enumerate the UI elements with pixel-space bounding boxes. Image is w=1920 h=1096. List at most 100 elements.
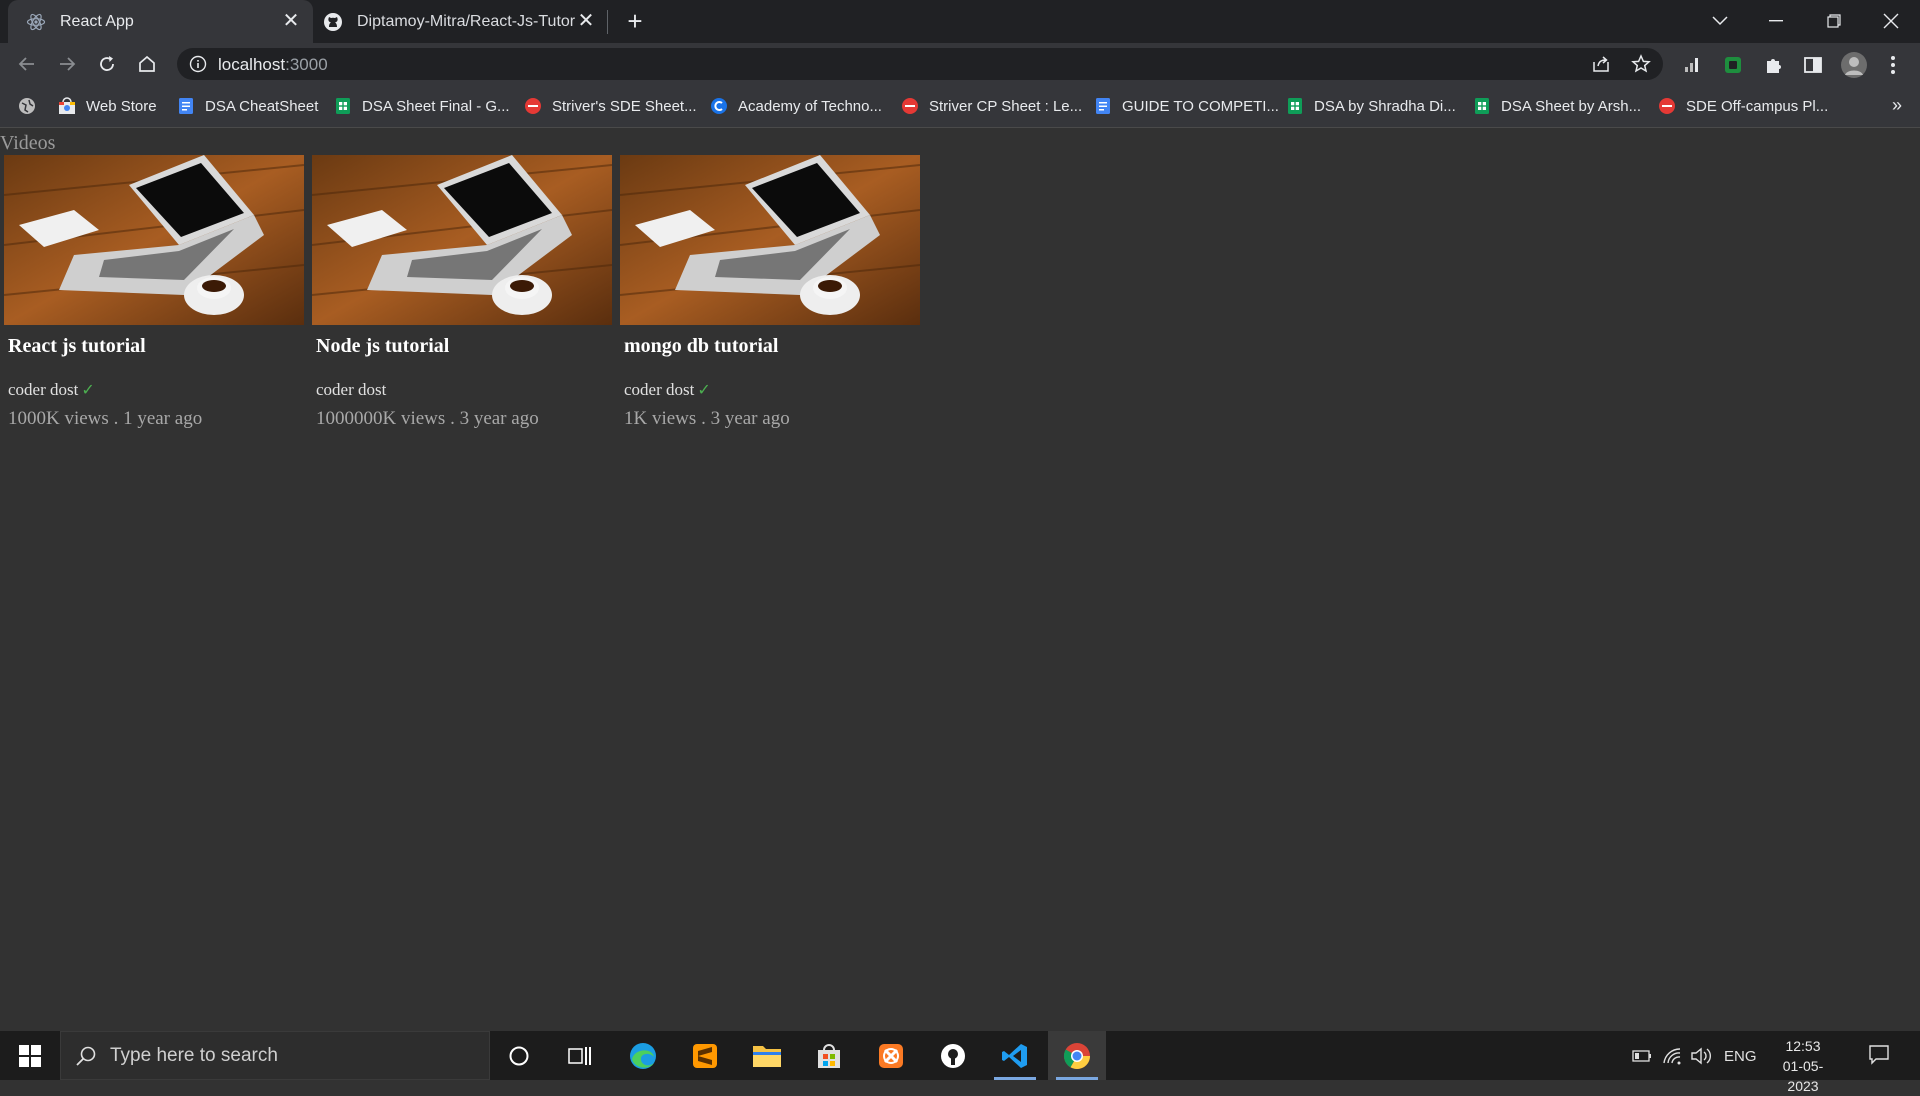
bookmark-star-icon[interactable] <box>1631 54 1651 74</box>
view-count: 1K views <box>624 408 697 429</box>
bookmark-academy-of-techno[interactable]: Academy of Techno... <box>710 95 882 117</box>
windows-start-icon[interactable] <box>0 1031 60 1080</box>
tab-github[interactable]: Diptamoy-Mitra/React-Js-Tutorial ✕ <box>313 0 608 43</box>
bookmarks-bar: Web Store DSA CheatSheet DSA Sheet Final… <box>0 85 1920 128</box>
bookmark-strivers-sde-sheet[interactable]: Striver's SDE Sheet... <box>524 95 697 117</box>
tab-search-chevron-icon[interactable] <box>1700 6 1740 36</box>
battery-icon[interactable] <box>1632 1046 1652 1066</box>
meta-separator: . <box>445 408 460 429</box>
taskbar-search-box[interactable]: Type here to search <box>60 1031 490 1080</box>
tuf-icon <box>901 97 919 115</box>
edge-browser-icon[interactable] <box>614 1031 672 1080</box>
video-thumbnail[interactable] <box>620 155 920 325</box>
video-meta: 1K views . 3 year ago <box>624 408 920 430</box>
forward-arrow-icon[interactable] <box>53 50 81 78</box>
xampp-icon[interactable] <box>862 1031 920 1080</box>
address-bar[interactable]: localhost:3000 <box>177 48 1663 80</box>
channel-name-row[interactable]: coder dost ✓ <box>8 380 304 400</box>
page-content: Videos React js tutorial coder dost ✓ 10… <box>0 128 1920 1031</box>
video-meta: 1000000K views . 3 year ago <box>316 408 612 430</box>
meta-separator: . <box>108 408 124 429</box>
notifications-icon[interactable] <box>1868 1044 1890 1065</box>
github-icon <box>323 12 343 32</box>
profile-avatar[interactable] <box>1840 51 1868 79</box>
channel-name-row[interactable]: coder dost ✓ <box>624 380 920 400</box>
close-tab-icon[interactable]: ✕ <box>281 11 301 31</box>
site-info-icon[interactable] <box>188 54 208 74</box>
video-title[interactable]: React js tutorial <box>8 335 304 358</box>
video-card[interactable]: React js tutorial coder dost ✓ 1000K vie… <box>4 155 304 430</box>
sheets-icon <box>334 97 352 115</box>
channel-name-row[interactable]: coder dost <box>316 380 612 400</box>
task-view-icon[interactable] <box>551 1031 609 1080</box>
language-indicator[interactable]: ENG <box>1724 1046 1757 1066</box>
bookmark-guide-to-competi[interactable]: GUIDE TO COMPETI... <box>1094 95 1279 117</box>
webstore-icon <box>58 97 76 115</box>
minimize-icon[interactable] <box>1756 6 1796 36</box>
vscode-icon[interactable] <box>986 1031 1044 1080</box>
share-icon[interactable] <box>1591 54 1611 74</box>
tab-react-app[interactable]: React App ✕ <box>8 0 313 43</box>
wifi-icon[interactable] <box>1662 1046 1682 1066</box>
volume-icon[interactable] <box>1690 1046 1712 1066</box>
video-card[interactable]: Node js tutorial coder dost 1000000K vie… <box>312 155 612 430</box>
channel-name: coder dost <box>624 380 695 399</box>
meta-separator: . <box>696 408 711 429</box>
apps-globe-icon[interactable] <box>18 95 36 117</box>
github-desktop-icon[interactable] <box>924 1031 982 1080</box>
tab-title: Diptamoy-Mitra/React-Js-Tutorial <box>357 12 575 30</box>
sheets-icon <box>1286 97 1304 115</box>
extension-green-icon[interactable] <box>1722 54 1744 76</box>
video-thumbnail[interactable] <box>4 155 304 325</box>
bookmark-dsa-cheatsheet[interactable]: DSA CheatSheet <box>177 95 318 117</box>
verified-check-icon: ✓ <box>697 382 711 399</box>
reload-icon[interactable] <box>93 50 121 78</box>
video-thumbnail[interactable] <box>312 155 612 325</box>
home-icon[interactable] <box>133 50 161 78</box>
upload-time: 1 year ago <box>123 408 203 429</box>
url-text[interactable]: localhost:3000 <box>218 55 328 75</box>
channel-name: coder dost <box>316 380 387 399</box>
bookmark-striver-cp-sheet[interactable]: Striver CP Sheet : Le... <box>901 95 1082 117</box>
view-count: 1000000K views <box>316 408 446 429</box>
tab-title: React App <box>60 12 134 30</box>
bookmark-dsa-sheet-final[interactable]: DSA Sheet Final - G... <box>334 95 510 117</box>
menu-kebab-icon[interactable] <box>1882 54 1904 76</box>
extensions-puzzle-icon[interactable] <box>1762 54 1784 76</box>
c-icon <box>710 97 728 115</box>
bookmark-label: Web Store <box>86 97 157 115</box>
bookmark-dsa-sheet-by-arsh[interactable]: DSA Sheet by Arsh... <box>1473 95 1641 117</box>
extension-signal-icon[interactable] <box>1681 54 1703 76</box>
video-card[interactable]: mongo db tutorial coder dost ✓ 1K views … <box>620 155 920 430</box>
sublime-text-icon[interactable] <box>676 1031 734 1080</box>
file-explorer-icon[interactable] <box>738 1031 796 1080</box>
microsoft-store-icon[interactable] <box>800 1031 858 1080</box>
search-placeholder: Type here to search <box>110 1045 278 1066</box>
bookmark-label: SDE Off-campus Pl... <box>1686 97 1829 115</box>
restore-icon[interactable] <box>1814 6 1854 36</box>
section-title: Videos <box>0 132 56 154</box>
close-tab-icon[interactable]: ✕ <box>576 11 596 31</box>
cortana-circle-icon[interactable] <box>490 1031 548 1080</box>
bookmark-label: DSA Sheet Final - G... <box>362 97 510 115</box>
chrome-icon[interactable] <box>1048 1031 1106 1080</box>
video-title[interactable]: mongo db tutorial <box>624 335 920 358</box>
docs-icon <box>1094 97 1112 115</box>
url-host: localhost <box>218 55 286 74</box>
video-title[interactable]: Node js tutorial <box>316 335 612 358</box>
bookmark-sde-off-campus[interactable]: SDE Off-campus Pl... <box>1658 95 1828 117</box>
tab-strip: React App ✕ Diptamoy-Mitra/React-Js-Tuto… <box>0 0 1920 43</box>
bookmark-web-store[interactable]: Web Store <box>58 95 157 117</box>
bookmark-dsa-by-shradha[interactable]: DSA by Shradha Di... <box>1286 95 1456 117</box>
sheets-icon <box>1473 97 1491 115</box>
close-window-icon[interactable] <box>1871 6 1911 36</box>
more-bookmarks-chevron-icon[interactable]: » <box>1892 95 1902 116</box>
windows-taskbar: Type here to search ENG 12:53 01-05-2023 <box>0 1031 1920 1094</box>
new-tab-plus-icon[interactable]: + <box>622 8 648 35</box>
side-panel-icon[interactable] <box>1802 54 1824 76</box>
verified-check-icon: ✓ <box>81 382 95 399</box>
system-clock[interactable]: 12:53 01-05-2023 <box>1768 1036 1838 1096</box>
browser-toolbar: localhost:3000 <box>0 43 1920 85</box>
back-arrow-icon[interactable] <box>13 50 41 78</box>
video-meta: 1000K views . 1 year ago <box>8 408 304 430</box>
